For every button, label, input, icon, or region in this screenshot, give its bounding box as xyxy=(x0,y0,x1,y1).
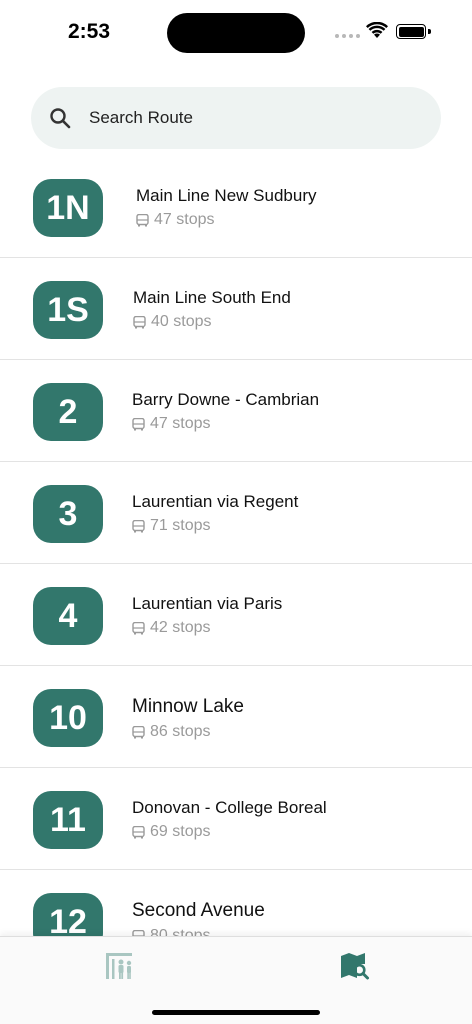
route-stops: 47 stops xyxy=(132,415,319,433)
bus-icon xyxy=(132,621,145,634)
route-name: Main Line South End xyxy=(133,288,291,307)
route-stops: 80 stops xyxy=(132,927,265,936)
route-name: Minnow Lake xyxy=(132,696,244,717)
route-number-badge: 11 xyxy=(33,791,103,849)
route-stops: 47 stops xyxy=(136,211,316,229)
route-name: Second Avenue xyxy=(132,900,265,921)
dynamic-island xyxy=(167,13,305,53)
route-stops: 86 stops xyxy=(132,723,244,741)
route-number-badge: 10 xyxy=(33,689,103,747)
map-search-icon[interactable] xyxy=(339,951,371,981)
bus-icon xyxy=(133,315,146,328)
route-info: Main Line New Sudbury 47 stops xyxy=(136,186,316,229)
bus-icon xyxy=(132,519,145,532)
route-name: Donovan - College Boreal xyxy=(132,798,327,817)
route-name: Laurentian via Paris xyxy=(132,594,283,613)
battery-tip xyxy=(428,29,431,34)
route-number-badge: 3 xyxy=(33,485,103,543)
home-indicator xyxy=(152,1010,320,1015)
route-stops: 69 stops xyxy=(132,823,327,841)
route-info: Laurentian via Paris 42 stops xyxy=(132,594,282,637)
bus-icon xyxy=(136,213,149,226)
route-number-badge: 4 xyxy=(33,587,103,645)
route-row[interactable]: 12 Second Avenue 80 stops xyxy=(0,870,472,936)
battery-icon xyxy=(396,24,426,39)
route-stops: 71 stops xyxy=(132,517,298,535)
route-stop-count: 71 stops xyxy=(150,517,211,534)
status-bar: 2:53 xyxy=(0,0,472,60)
route-number-badge: 12 xyxy=(33,893,103,936)
route-stop-count: 42 stops xyxy=(150,619,211,636)
status-time: 2:53 xyxy=(68,20,111,43)
route-stop-count: 80 stops xyxy=(150,927,211,936)
search-icon xyxy=(50,108,71,129)
route-stop-count: 47 stops xyxy=(154,211,215,228)
route-stops: 40 stops xyxy=(133,313,291,331)
route-row[interactable]: 2 Barry Downe - Cambrian 47 stops xyxy=(0,360,472,462)
route-number-badge: 1S xyxy=(33,281,103,339)
route-name: Main Line New Sudbury xyxy=(136,186,317,205)
route-name: Barry Downe - Cambrian xyxy=(132,390,320,409)
route-row[interactable]: 1S Main Line South End 40 stops xyxy=(0,258,472,360)
route-info: Main Line South End 40 stops xyxy=(133,288,291,331)
route-row[interactable]: 11 Donovan - College Boreal 69 stops xyxy=(0,768,472,870)
route-info: Donovan - College Boreal 69 stops xyxy=(132,798,327,841)
route-row[interactable]: 4 Laurentian via Paris 42 stops xyxy=(0,564,472,666)
bus-stop-icon[interactable] xyxy=(104,951,136,981)
bus-icon xyxy=(132,417,145,430)
cellular-signal-icon xyxy=(335,34,360,38)
route-name: Laurentian via Regent xyxy=(132,492,299,511)
route-stop-count: 69 stops xyxy=(150,823,211,840)
search-bar[interactable]: Search Route xyxy=(31,87,441,149)
search-input[interactable]: Search Route xyxy=(89,108,193,128)
route-stops: 42 stops xyxy=(132,619,282,637)
route-list[interactable]: 1N Main Line New Sudbury 47 stops 1S Mai… xyxy=(0,156,472,936)
route-info: Barry Downe - Cambrian 47 stops xyxy=(132,390,319,433)
route-number-badge: 2 xyxy=(33,383,103,441)
route-info: Laurentian via Regent 71 stops xyxy=(132,492,298,535)
route-info: Minnow Lake 86 stops xyxy=(132,696,244,741)
route-number-badge: 1N xyxy=(33,179,103,237)
route-info: Second Avenue 80 stops xyxy=(132,900,265,936)
route-row[interactable]: 1N Main Line New Sudbury 47 stops xyxy=(0,156,472,258)
bus-icon xyxy=(132,725,145,738)
bus-icon xyxy=(132,825,145,838)
route-stop-count: 86 stops xyxy=(150,723,211,740)
route-row[interactable]: 10 Minnow Lake 86 stops xyxy=(0,666,472,768)
route-stop-count: 47 stops xyxy=(150,415,211,432)
wifi-icon xyxy=(366,22,388,38)
route-stop-count: 40 stops xyxy=(151,313,212,330)
route-row[interactable]: 3 Laurentian via Regent 71 stops xyxy=(0,462,472,564)
